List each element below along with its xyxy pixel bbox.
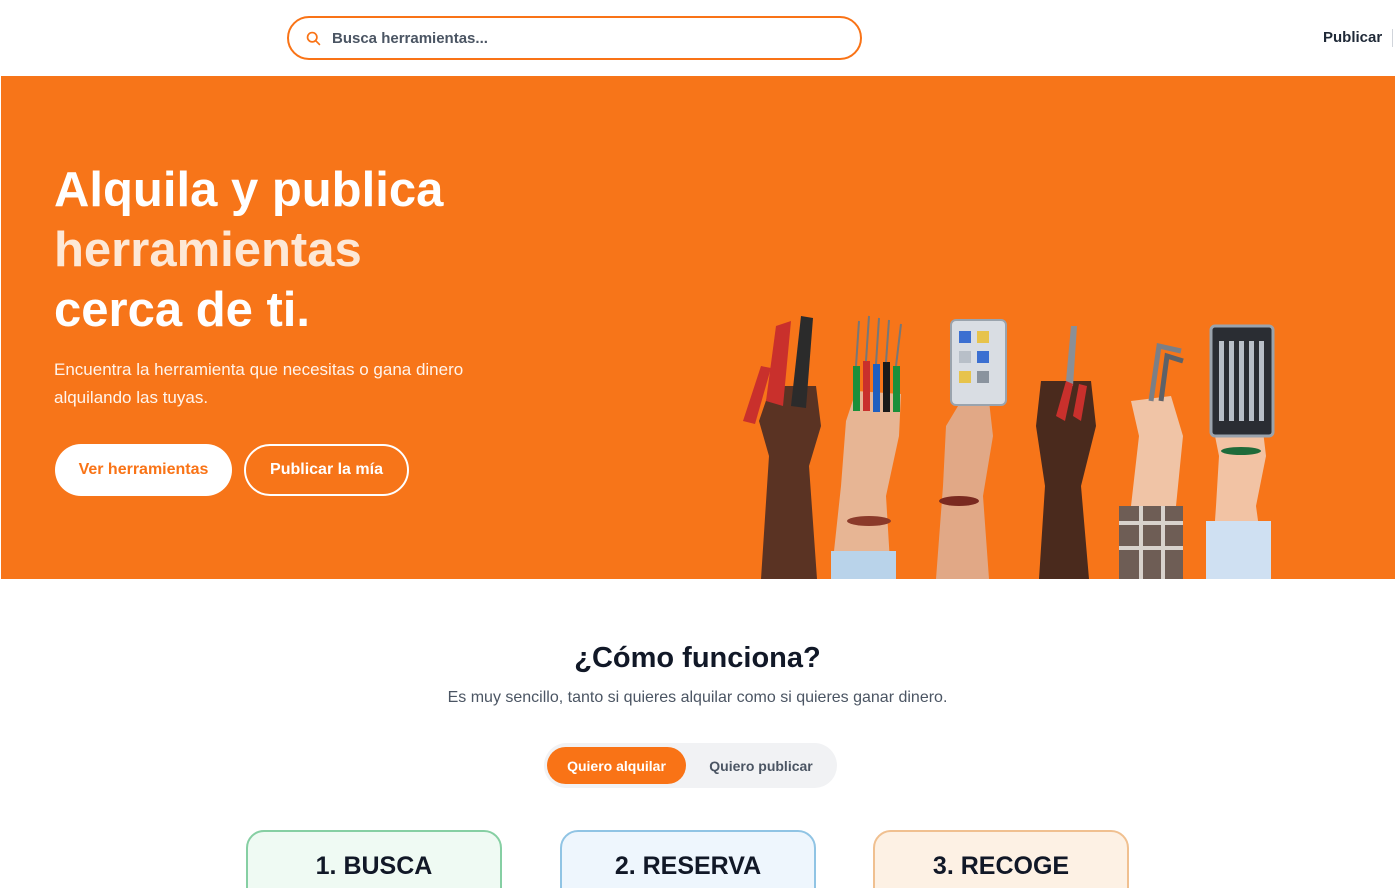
step-card-title: 3. RECOGE (932, 852, 1070, 880)
search-bar[interactable] (287, 16, 862, 60)
arm-bit-set (1206, 324, 1275, 579)
step-card-pickup: 3. RECOGE (873, 830, 1129, 888)
arm-organizer-box (936, 319, 1007, 579)
step-card-title: 1. BUSCA (315, 852, 433, 880)
hands-holding-tools-illustration (743, 315, 1275, 579)
site-header: Publicar (0, 0, 1395, 76)
nav-divider (1392, 29, 1393, 47)
hero-title: Alquila y publica herramientas cerca de … (54, 160, 443, 340)
view-tools-button[interactable]: Ver herramientas (55, 444, 232, 496)
publish-mine-button[interactable]: Publicar la mía (244, 444, 409, 496)
hero-title-line2: herramientas (54, 223, 362, 277)
hero-subtitle: Encuentra la herramienta que necesitas o… (54, 360, 464, 407)
hero-title-line1: Alquila y publica (54, 163, 444, 217)
tab-rent[interactable]: Quiero alquilar (547, 747, 686, 784)
arm-hex-keys (1119, 342, 1184, 579)
hero-banner: Alquila y publica herramientas cerca de … (1, 76, 1395, 579)
search-input[interactable] (332, 29, 812, 47)
arm-screwdrivers (831, 315, 902, 579)
tab-publish[interactable]: Quiero publicar (692, 747, 830, 784)
how-it-works-subtitle: Es muy sencillo, tanto si quieres alquil… (447, 689, 948, 706)
step-card-search: 1. BUSCA (246, 830, 502, 888)
how-it-works-title: ¿Cómo funciona? (574, 642, 821, 674)
hero-title-line3: cerca de ti. (54, 283, 311, 337)
arm-pliers (1036, 326, 1096, 579)
mode-toggle: Quiero alquilar Quiero publicar (544, 743, 837, 788)
search-icon (306, 31, 321, 45)
nav-publish-link[interactable]: Publicar (1323, 29, 1382, 46)
arm-wire-stripper (743, 316, 821, 579)
step-card-title: 2. RESERVA (614, 852, 762, 880)
step-card-reserve: 2. RESERVA (560, 830, 816, 888)
